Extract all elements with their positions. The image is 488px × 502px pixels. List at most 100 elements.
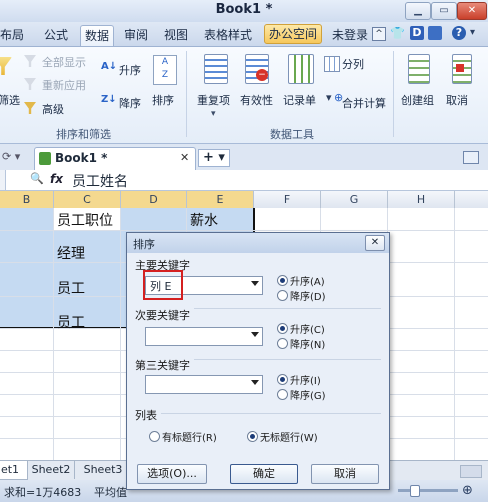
desc-label-g[interactable]: 降序(G): [290, 387, 326, 402]
help-dropdown-icon[interactable]: ▾: [470, 27, 475, 38]
zoom-icon[interactable]: 🔍: [30, 172, 44, 185]
cancel-button[interactable]: 取消: [311, 464, 379, 484]
name-box[interactable]: [0, 170, 6, 190]
create-group-icon: [408, 54, 430, 84]
cell-c4[interactable]: 员工: [57, 312, 85, 332]
sheet-tab-3[interactable]: Sheet3: [80, 461, 126, 479]
tab-layout[interactable]: 布局: [0, 25, 28, 45]
ok-button[interactable]: 确定: [230, 464, 298, 484]
doc-nav-icon[interactable]: ⟳ ▾: [2, 150, 20, 163]
close-button[interactable]: ✕: [457, 2, 487, 20]
dialog-close-icon[interactable]: ✕: [365, 235, 385, 251]
column-header-g[interactable]: G: [321, 191, 388, 208]
duplicates-dropdown-icon[interactable]: ▾: [211, 109, 216, 119]
column-header-b[interactable]: B: [0, 191, 54, 208]
filter-icon[interactable]: [0, 57, 12, 75]
desc-radio-n[interactable]: [277, 338, 288, 349]
tab-formula[interactable]: 公式: [40, 25, 72, 45]
column-header-h[interactable]: H: [388, 191, 455, 208]
sheet-tab-1[interactable]: et1: [0, 461, 28, 480]
login-link[interactable]: 未登录: [328, 25, 372, 45]
data-tools-group-label: 数据工具: [270, 128, 314, 141]
new-tab-button[interactable]: + ▾: [198, 149, 230, 167]
shirt-icon[interactable]: 👕: [390, 26, 405, 40]
asc-radio-a[interactable]: [277, 275, 288, 286]
dialog-title-bar: 排序 ✕: [127, 233, 389, 253]
asc-label-i[interactable]: 升序(I): [290, 372, 321, 387]
create-group-button[interactable]: 创建组: [401, 92, 434, 108]
fx-icon[interactable]: fx: [50, 172, 63, 186]
tab-data[interactable]: 数据: [80, 25, 115, 46]
has-header-label[interactable]: 有标题行(R): [162, 429, 217, 444]
secondary-key-label: 次要关键字: [135, 307, 194, 323]
column-headers: B C D E F G H: [0, 191, 488, 209]
duplicates-button[interactable]: 重复项: [197, 92, 230, 108]
sort-button[interactable]: 排序: [152, 92, 174, 108]
split-column-button[interactable]: 分列: [342, 56, 364, 72]
cell-c1[interactable]: 员工职位: [57, 210, 113, 230]
chevron-down-icon: [251, 281, 259, 286]
consolidate-dropdown-icon[interactable]: ▾: [326, 91, 332, 104]
desc-radio-d[interactable]: [277, 290, 288, 301]
dialog-title: 排序: [133, 238, 155, 251]
show-all-button[interactable]: 全部显示: [42, 54, 86, 70]
horizontal-scrollbar[interactable]: [460, 465, 482, 478]
asc-radio-c[interactable]: [277, 323, 288, 334]
document-tab[interactable]: Book1 * ✕: [34, 147, 196, 170]
zoom-slider-handle[interactable]: [410, 485, 420, 497]
tab-view[interactable]: 视图: [160, 25, 192, 45]
ribbon-separator: [186, 51, 187, 137]
d-icon[interactable]: D: [410, 26, 424, 40]
record-sheet-icon: [288, 54, 314, 84]
sort-desc-button[interactable]: 降序: [119, 95, 141, 111]
chevron-down-icon: [251, 380, 259, 385]
tab-review[interactable]: 审阅: [120, 25, 152, 45]
consolidate-button[interactable]: 合并计算: [342, 95, 386, 111]
help-icon[interactable]: ?: [452, 26, 466, 40]
status-sum: 求和=1万4683: [4, 486, 82, 499]
asc-label-c[interactable]: 升序(C): [290, 321, 325, 336]
sheet-tab-2[interactable]: Sheet2: [28, 461, 75, 479]
desc-label-n[interactable]: 降序(N): [290, 336, 325, 351]
window-layout-icon[interactable]: [463, 151, 479, 164]
tertiary-key-select[interactable]: [145, 375, 263, 394]
asc-label-a[interactable]: 升序(A): [290, 273, 325, 288]
column-header-d[interactable]: D: [121, 191, 187, 208]
cell-c2[interactable]: 经理: [57, 243, 85, 263]
sort-filter-group-label: 排序和筛选: [56, 128, 111, 141]
secondary-key-select[interactable]: [145, 327, 263, 346]
no-header-label[interactable]: 无标题行(W): [260, 429, 318, 444]
options-button[interactable]: 选项(O)...: [137, 464, 207, 484]
column-header-f[interactable]: F: [254, 191, 321, 208]
tab-office-space[interactable]: 办公空间: [264, 24, 323, 44]
close-tab-icon[interactable]: ✕: [180, 151, 189, 164]
column-header-c[interactable]: C: [54, 191, 121, 208]
no-header-radio[interactable]: [247, 431, 258, 442]
highlight-box: [143, 270, 183, 300]
record-sheet-button[interactable]: 记录单: [283, 92, 316, 108]
filter-label[interactable]: 筛选: [0, 92, 20, 108]
duplicates-icon: [204, 54, 228, 84]
cell-e1[interactable]: 薪水: [190, 210, 218, 230]
chevron-up-icon[interactable]: ^: [372, 27, 386, 41]
ungroup-button[interactable]: 取消: [446, 92, 468, 108]
advanced-filter-button[interactable]: 高级: [42, 101, 64, 117]
zoom-in-icon[interactable]: ⊕: [462, 483, 473, 498]
column-header-e[interactable]: E: [187, 191, 254, 208]
has-header-radio[interactable]: [149, 431, 160, 442]
maximize-button[interactable]: ▭: [431, 2, 457, 20]
zoom-slider[interactable]: [398, 489, 458, 492]
reapply-button[interactable]: 重新应用: [42, 77, 86, 93]
tab-table-style[interactable]: 表格样式: [200, 25, 256, 45]
desc-label-d[interactable]: 降序(D): [290, 288, 326, 303]
avatar-icon[interactable]: [428, 26, 442, 40]
sort-asc-button[interactable]: 升序: [119, 62, 141, 78]
show-all-icon: [24, 55, 36, 67]
chevron-down-icon: [251, 332, 259, 337]
minimize-button[interactable]: ▁: [405, 2, 431, 20]
cell-c3[interactable]: 员工: [57, 278, 85, 298]
asc-radio-i[interactable]: [277, 374, 288, 385]
formula-input[interactable]: 员工姓名: [72, 171, 128, 191]
desc-radio-g[interactable]: [277, 389, 288, 400]
validity-button[interactable]: 有效性: [240, 92, 273, 108]
